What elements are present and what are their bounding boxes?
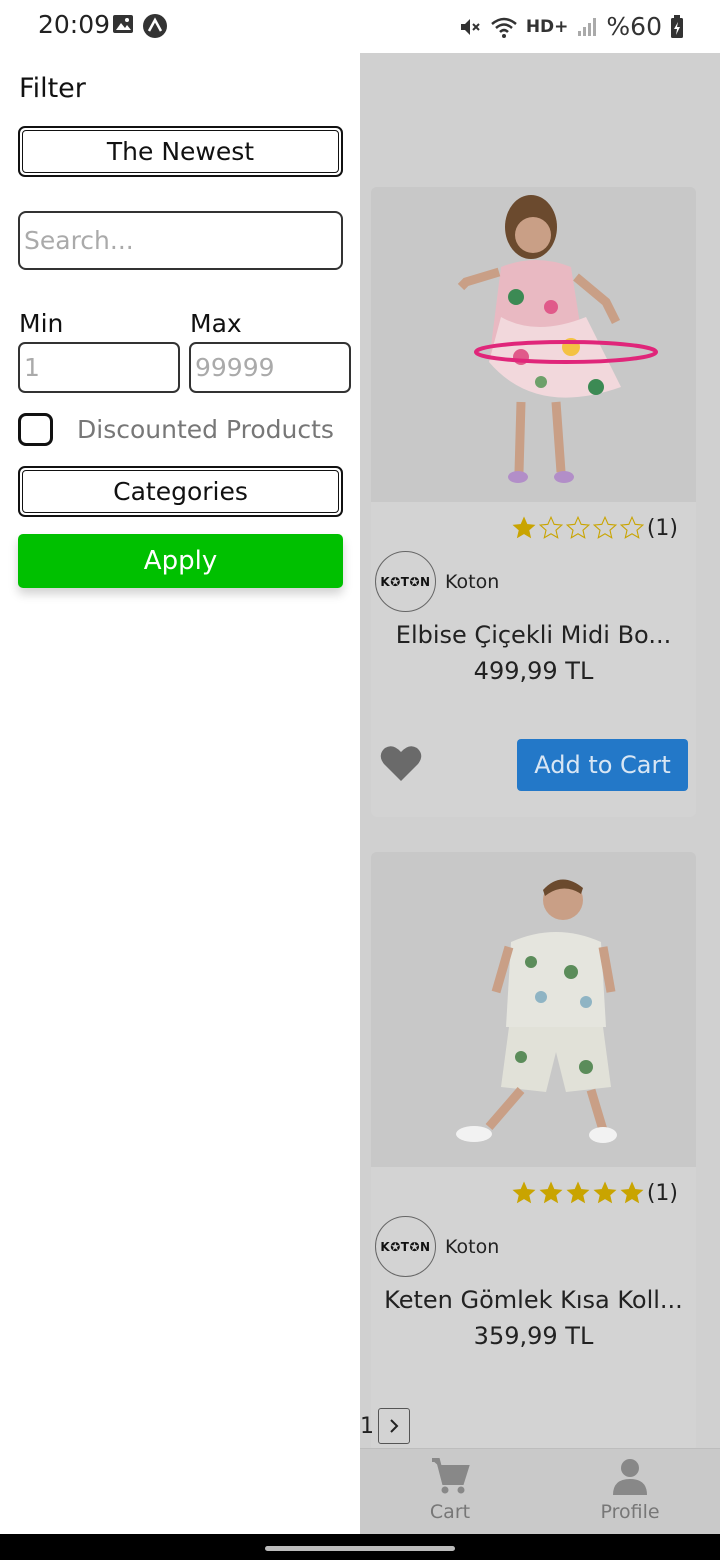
image-icon [113,15,133,33]
apply-button[interactable]: Apply [18,534,343,588]
system-nav-bar [0,1534,720,1560]
discounted-label[interactable]: Discounted Products [77,415,334,444]
max-price-input[interactable]: 99999 [189,342,351,393]
filter-title: Filter [19,73,86,104]
wifi-icon [491,17,517,38]
status-left-icons [112,13,168,39]
cart-icon [432,1458,470,1494]
discounted-checkbox[interactable] [18,413,53,446]
categories-button[interactable]: Categories [18,466,343,517]
nav-cart[interactable]: Cart [390,1457,510,1523]
product-image[interactable] [371,187,696,502]
star-filled-icon [593,1181,617,1204]
star-filled-icon [620,1181,644,1204]
rating: (1) [511,1180,678,1206]
network-type: HD+ [525,16,569,37]
signal-icon [578,17,597,36]
brand-logo: K✪T✪N [375,1216,436,1277]
product-price: 499,99 TL [473,657,594,685]
star-filled-icon [512,1181,536,1204]
min-label: Min [19,309,64,338]
bottom-nav: Cart Profile [360,1448,720,1534]
star-empty-icon [619,515,644,539]
favorite-heart-icon[interactable] [379,743,423,783]
mute-icon [460,18,480,35]
battery-icon [671,14,683,38]
sort-button[interactable]: The Newest [18,126,343,177]
star-empty-icon [538,515,563,539]
battery-percent: %60 [606,12,662,41]
product-title[interactable]: Keten Gömlek Kısa Koll... [371,1286,696,1314]
brand-name: Koton [445,571,500,593]
star-rating [511,1180,645,1206]
add-to-cart-button[interactable]: Add to Cart [517,739,688,791]
review-count: (1) [646,1180,678,1206]
nav-profile-label: Profile [600,1501,660,1523]
screen: 20:09 HD+ %60 (1) K✪T✪N Koton Elbise Çiç… [0,0,720,1560]
product-title[interactable]: Elbise Çiçekli Midi Bo... [371,621,696,649]
app-notification-icon [143,14,167,38]
nav-profile[interactable]: Profile [570,1457,690,1523]
brand-logo: K✪T✪N [375,551,436,612]
next-page-button[interactable] [378,1408,410,1444]
product-card[interactable]: (1) K✪T✪N Koton Elbise Çiçekli Midi Bo..… [371,187,696,817]
product-image[interactable] [371,852,696,1167]
star-empty-icon [565,515,590,539]
min-price-input[interactable]: 1 [18,342,180,393]
current-page: 1 [360,1413,374,1439]
filter-drawer: Filter The Newest Search... Min Max 1 99… [0,53,360,1534]
chevron-right-icon [390,1419,399,1433]
star-empty-icon [592,515,617,539]
product-card[interactable]: (1) K✪T✪N Koton Keten Gömlek Kısa Koll..… [371,852,696,1452]
star-filled-icon [512,516,536,539]
status-right: HD+ %60 [458,12,684,41]
star-rating [511,515,645,541]
pagination: 1 [360,1406,410,1446]
status-time: 20:09 [38,10,111,39]
profile-icon [613,1459,647,1495]
star-filled-icon [566,1181,590,1204]
star-filled-icon [539,1181,563,1204]
status-bar: 20:09 HD+ %60 [0,0,720,53]
rating: (1) [511,515,678,541]
product-price: 359,99 TL [473,1322,594,1350]
brand-name: Koton [445,1236,500,1258]
home-indicator[interactable] [265,1546,455,1551]
product-list: (1) K✪T✪N Koton Elbise Çiçekli Midi Bo..… [360,53,720,1534]
search-input[interactable]: Search... [18,211,343,270]
review-count: (1) [646,515,678,541]
nav-cart-label: Cart [429,1501,471,1523]
max-label: Max [190,309,242,338]
